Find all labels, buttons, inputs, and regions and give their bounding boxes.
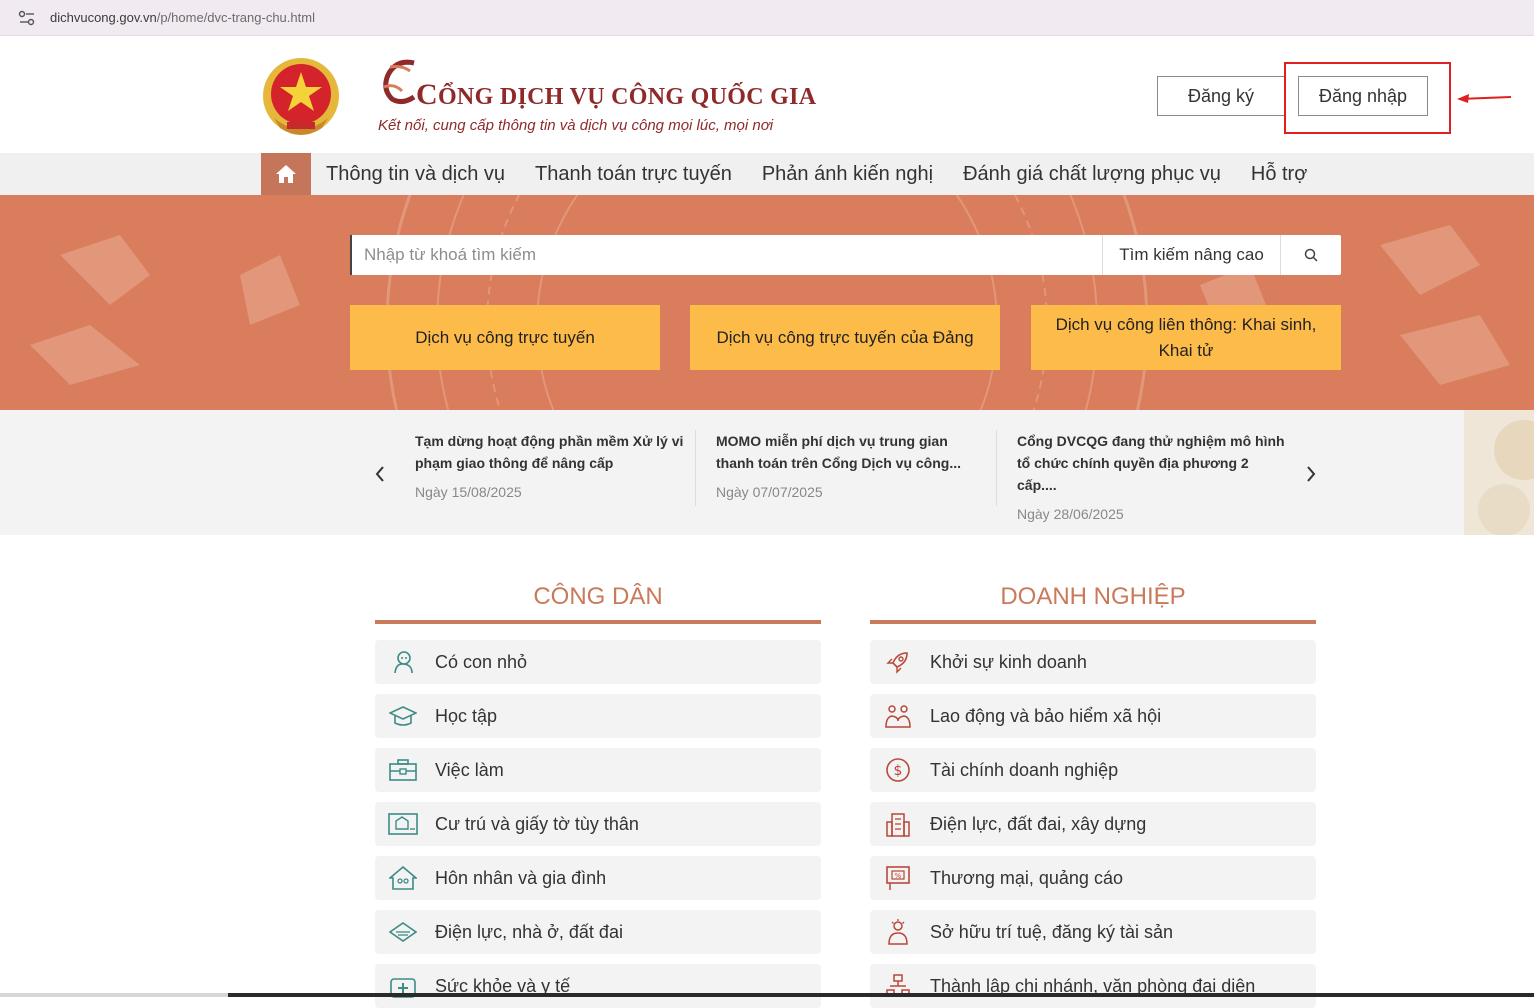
news-date: Ngày 07/07/2025 [716, 484, 823, 500]
category-label: Điện lực, đất đai, xây dựng [930, 813, 1147, 834]
news-divider [695, 430, 696, 506]
category-label: Cư trú và giấy tờ tùy thân [435, 813, 639, 834]
news-date: Ngày 28/06/2025 [1017, 506, 1124, 522]
category-label: Học tập [435, 705, 498, 726]
business-item-startup[interactable]: Khởi sự kinh doanh [870, 640, 1316, 684]
site-title: CCỔNG DỊCH VỤ CÔNG QUỐC GIA [416, 78, 817, 111]
building-icon [886, 813, 910, 837]
nav-item-support[interactable]: Hỗ trợ [1251, 163, 1307, 186]
hero-banner: Tìm kiếm nâng cao Dịch vụ công trực tuyế… [0, 195, 1534, 410]
url-host: dichvucong.gov.vn [50, 10, 157, 25]
search-input[interactable] [350, 235, 1102, 275]
home-button[interactable] [261, 153, 311, 195]
business-item-construction[interactable]: Điện lực, đất đai, xây dựng [870, 802, 1316, 846]
family-house-icon [389, 865, 417, 890]
graduation-cap-icon [389, 706, 417, 726]
citizen-item-residence[interactable]: Cư trú và giấy tờ tùy thân [375, 802, 821, 846]
decorative-image [1464, 410, 1534, 535]
site-header: CCỔNG DỊCH VỤ CÔNG QUỐC GIA Kết nối, cun… [0, 41, 1534, 153]
url-path: /p/home/dvc-trang-chu.html [156, 10, 315, 25]
login-highlight-box [1284, 62, 1451, 134]
citizen-item-education[interactable]: Học tập [375, 694, 821, 738]
site-slogan: Kết nối, cung cấp thông tin và dịch vụ c… [378, 117, 774, 134]
business-item-branch[interactable]: Thành lập chi nhánh, văn phòng đại diện [870, 964, 1316, 1008]
business-item-finance[interactable]: $ Tài chính doanh nghiệp [870, 748, 1316, 792]
land-icon [388, 922, 418, 942]
category-label: Lao động và bảo hiểm xã hội [930, 705, 1162, 726]
chevron-left-icon[interactable] [372, 464, 388, 484]
citizen-section-underline [375, 620, 821, 624]
site-title-initial: C [416, 78, 438, 111]
news-carousel: Tạm dừng hoạt động phần mềm Xử lý vi phạ… [0, 410, 1534, 535]
business-section-title: DOANH NGHIỆP [1000, 583, 1186, 610]
portal-logo-mark[interactable] [378, 57, 420, 105]
business-item-intellectual-property[interactable]: Sở hữu trí tuệ, đăng ký tài sản [870, 910, 1316, 954]
citizen-item-employment[interactable]: Việc làm [375, 748, 821, 792]
advanced-search-button[interactable]: Tìm kiếm nâng cao [1102, 235, 1280, 275]
citizen-item-housing[interactable]: Điện lực, nhà ở, đất đai [375, 910, 821, 954]
pointer-arrow-icon [1457, 94, 1512, 103]
svg-text:$: $ [894, 763, 903, 779]
business-item-labor[interactable]: Lao động và bảo hiểm xã hội [870, 694, 1316, 738]
news-title[interactable]: Cổng DVCQG đang thử nghiệm mô hình tổ ch… [1017, 430, 1287, 496]
svg-text:%: % [895, 872, 902, 880]
baby-icon [394, 651, 413, 674]
online-public-service-button[interactable]: Dịch vụ công trực tuyến [350, 305, 660, 370]
citizen-item-children[interactable]: Có con nhỏ [375, 640, 821, 684]
citizen-item-health[interactable]: Sức khỏe và y tế [375, 964, 821, 1008]
category-label: Tài chính doanh nghiệp [930, 759, 1119, 780]
news-item[interactable]: Tạm dừng hoạt động phần mềm Xử lý vi phạ… [415, 430, 685, 500]
url-text[interactable]: dichvucong.gov.vn/p/home/dvc-trang-chu.h… [50, 10, 315, 25]
category-label: Việc làm [435, 759, 504, 780]
id-card-icon [388, 813, 418, 835]
browser-address-bar: dichvucong.gov.vn/p/home/dvc-trang-chu.h… [0, 0, 1534, 36]
citizen-section-title: CÔNG DÂN [533, 583, 663, 610]
news-item[interactable]: MOMO miễn phí dịch vụ trung gian thanh t… [716, 430, 986, 500]
home-icon [276, 165, 296, 183]
briefcase-icon [389, 759, 417, 781]
chevron-right-icon[interactable] [1303, 464, 1319, 484]
search-button[interactable] [1280, 235, 1341, 275]
news-title[interactable]: MOMO miễn phí dịch vụ trung gian thanh t… [716, 430, 986, 474]
category-label: Điện lực, nhà ở, đất đai [435, 921, 623, 942]
drum-pattern-background [30, 195, 1510, 410]
main-nav: Thông tin và dịch vụ Thanh toán trực tuy… [0, 153, 1534, 195]
news-title[interactable]: Tạm dừng hoạt động phần mềm Xử lý vi phạ… [415, 430, 685, 474]
horizontal-scrollbar[interactable] [0, 993, 1534, 997]
register-button[interactable]: Đăng ký [1157, 76, 1285, 116]
business-section-underline [870, 620, 1316, 624]
citizen-item-family[interactable]: Hôn nhân và gia đình [375, 856, 821, 900]
nav-item-info-services[interactable]: Thông tin và dịch vụ [326, 163, 505, 186]
national-emblem-logo[interactable] [260, 56, 342, 138]
nav-item-online-payment[interactable]: Thanh toán trực tuyến [535, 163, 732, 186]
workers-icon [885, 705, 911, 728]
nav-item-feedback[interactable]: Phản ánh kiến nghị [762, 163, 933, 186]
idea-person-icon [888, 919, 908, 945]
rocket-icon [886, 652, 908, 674]
news-date: Ngày 15/08/2025 [415, 484, 522, 500]
category-label: Có con nhỏ [435, 651, 528, 672]
dollar-icon: $ [886, 758, 910, 782]
nav-item-service-rating[interactable]: Đánh giá chất lượng phục vụ [963, 163, 1221, 186]
search-bar: Tìm kiếm nâng cao [350, 235, 1341, 275]
category-label: Sở hữu trí tuệ, đăng ký tài sản [930, 921, 1173, 942]
billboard-icon: % [886, 866, 910, 890]
category-label: Hôn nhân và gia đình [435, 867, 607, 888]
scrollbar-thumb[interactable] [228, 993, 1534, 997]
birth-death-service-button[interactable]: Dịch vụ công liên thông: Khai sinh, Khai… [1031, 305, 1341, 370]
news-divider [996, 430, 997, 506]
news-item[interactable]: Cổng DVCQG đang thử nghiệm mô hình tổ ch… [1017, 430, 1287, 522]
search-icon [1304, 248, 1318, 262]
site-settings-icon[interactable] [18, 10, 36, 26]
category-label: Khởi sự kinh doanh [930, 651, 1087, 672]
business-item-commerce[interactable]: % Thương mại, quảng cáo [870, 856, 1316, 900]
party-online-service-button[interactable]: Dịch vụ công trực tuyến của Đảng [690, 305, 1000, 370]
category-label: Thương mại, quảng cáo [930, 867, 1123, 888]
